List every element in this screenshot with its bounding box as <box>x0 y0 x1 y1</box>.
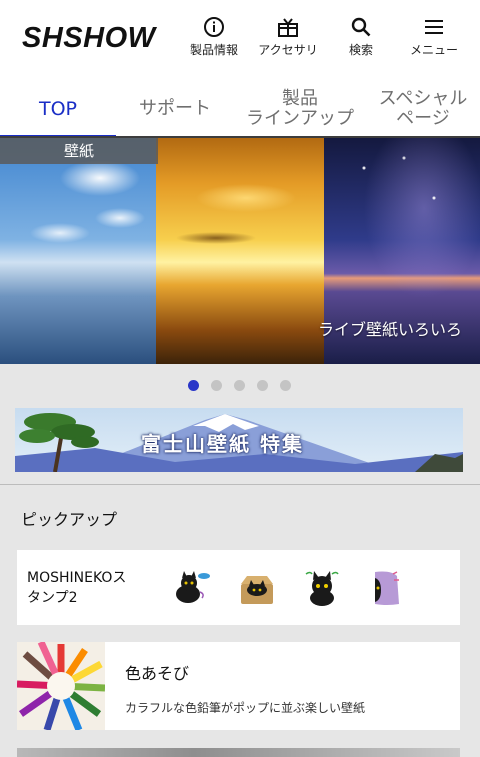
pickup-card-partial[interactable] <box>17 748 460 757</box>
tab-top[interactable]: TOP <box>0 80 116 138</box>
colored-pencils-image <box>17 642 105 730</box>
tab-label: ページ <box>396 108 450 129</box>
nav-accessories[interactable]: アクセサリ <box>248 16 328 58</box>
banner-category-tag: 壁紙 <box>0 138 158 164</box>
nav-product-info[interactable]: 製品情報 <box>174 16 254 58</box>
tab-label-wrap: スペシャル ページ <box>379 89 468 129</box>
tab-label: ラインアップ <box>246 108 354 129</box>
nav-label: メニュー <box>409 43 458 57</box>
brand-logo[interactable]: SHSHOW <box>22 22 156 55</box>
feature-banner-title: 富士山壁紙 特集 <box>141 432 304 456</box>
nav-menu[interactable]: メニュー <box>394 16 474 58</box>
card-title-line: タンプ2 <box>27 590 78 606</box>
section-divider <box>0 484 480 485</box>
info-icon <box>204 17 224 37</box>
tab-label: TOP <box>38 98 78 120</box>
card-description: カラフルな色鉛筆がポップに並ぶ楽しい壁紙 <box>125 701 366 715</box>
tab-product-lineup[interactable]: 製品 ラインアップ <box>234 80 366 138</box>
pickup-section-title: ピックアップ <box>21 510 118 529</box>
card-title: 色あそび <box>125 664 190 683</box>
carousel-indicators <box>0 380 480 392</box>
carousel-dot[interactable] <box>257 380 268 391</box>
nav-label: 製品情報 <box>189 43 238 57</box>
carousel-dot[interactable] <box>280 380 291 391</box>
card-title-line: MOSHINEKOス <box>27 570 127 586</box>
tab-label: 製品 <box>282 88 318 109</box>
card-title: MOSHINEKOス タンプ2 <box>27 568 126 608</box>
cat-sticker-fish-icon <box>176 571 210 603</box>
cat-sticker-peek-icon <box>375 571 399 605</box>
nav-label: アクセサリ <box>258 43 318 57</box>
cat-sticker-curious-icon <box>305 571 339 606</box>
gift-icon <box>278 18 298 37</box>
pickup-card-iroasobi[interactable]: 色あそび カラフルな色鉛筆がポップに並ぶ楽しい壁紙 <box>17 642 460 730</box>
pickup-card-moshineko[interactable]: MOSHINEKOス タンプ2 <box>17 550 460 625</box>
colored-pencils-thumbnail <box>17 642 105 730</box>
tab-special-page[interactable]: スペシャル ページ <box>366 80 480 138</box>
tab-label-wrap: 製品 ラインアップ <box>246 89 354 129</box>
wallpaper-banner[interactable]: 壁紙 ライブ壁紙いろいろ <box>0 138 480 364</box>
cat-sticker-box-icon <box>241 576 273 604</box>
tab-label: サポート <box>139 98 211 119</box>
carousel-dot[interactable] <box>234 380 245 391</box>
carousel-dot[interactable] <box>188 380 199 391</box>
banner-caption: ライブ壁紙いろいろ <box>317 320 462 339</box>
search-icon <box>351 17 371 37</box>
app-header: SHSHOW 製品情報 アクセサリ 検索 メニュー <box>0 0 480 80</box>
tab-label: スペシャル <box>378 88 468 109</box>
wallpaper-sky-image <box>0 138 156 364</box>
hamburger-menu-icon <box>425 20 443 34</box>
nav-label: 検索 <box>348 43 373 57</box>
tab-support[interactable]: サポート <box>116 80 234 138</box>
tab-bar: TOP サポート 製品 ラインアップ スペシャル ページ <box>0 80 480 138</box>
fuji-wallpaper-feature-banner[interactable]: 富士山壁紙 特集 <box>15 408 463 472</box>
nav-search[interactable]: 検索 <box>321 16 401 58</box>
wallpaper-sunset-image <box>156 138 324 364</box>
carousel-dot[interactable] <box>211 380 222 391</box>
